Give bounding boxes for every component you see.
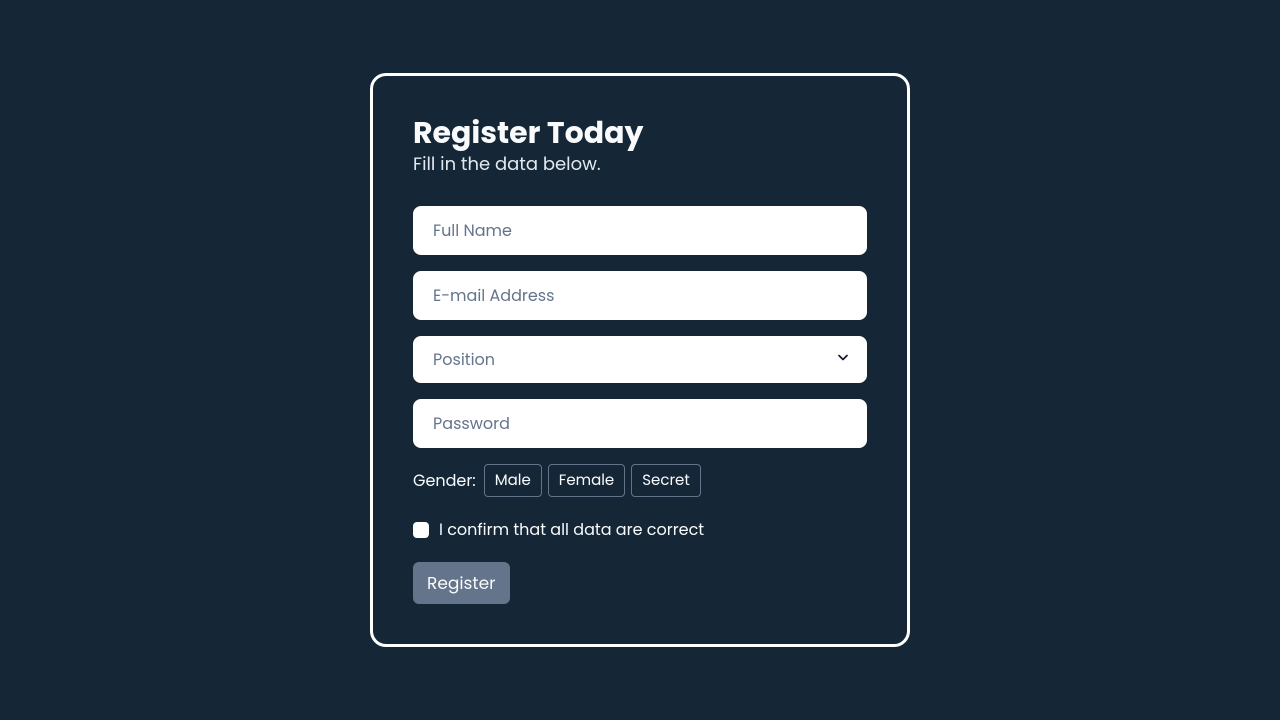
card-title: Register Today — [413, 116, 867, 149]
gender-label: Gender: — [413, 468, 476, 493]
confirm-row[interactable]: I confirm that all data are correct — [413, 517, 867, 542]
form-fields: Position Gender: Male Female Secret I co… — [413, 206, 867, 604]
gender-option-secret[interactable]: Secret — [631, 464, 701, 497]
position-select-wrap: Position — [413, 336, 867, 383]
gender-option-male[interactable]: Male — [484, 464, 542, 497]
confirm-checkbox[interactable] — [413, 522, 429, 538]
full-name-input[interactable] — [413, 206, 867, 255]
password-input[interactable] — [413, 399, 867, 448]
confirm-label: I confirm that all data are correct — [439, 517, 704, 542]
register-button[interactable]: Register — [413, 562, 510, 604]
gender-row: Gender: Male Female Secret — [413, 464, 867, 497]
register-card: Register Today Fill in the data below. P… — [370, 73, 910, 647]
card-subtitle: Fill in the data below. — [413, 151, 867, 178]
position-select[interactable]: Position — [413, 336, 867, 383]
gender-option-female[interactable]: Female — [548, 464, 625, 497]
email-input[interactable] — [413, 271, 867, 320]
